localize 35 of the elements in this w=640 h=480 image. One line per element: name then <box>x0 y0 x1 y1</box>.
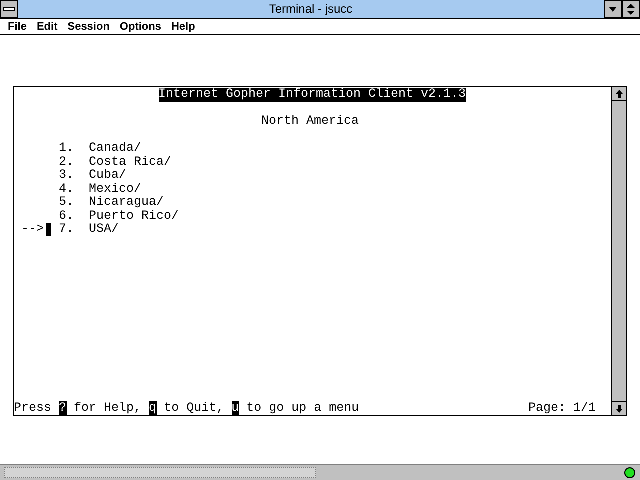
menu-item[interactable]: Help <box>167 20 202 32</box>
status-light-icon <box>624 466 636 478</box>
scroll-down-icon[interactable] <box>612 401 626 415</box>
item-number: 4. <box>59 182 76 196</box>
item-number: 3. <box>59 169 76 182</box>
down-arrow-icon <box>609 6 617 12</box>
minimize-button[interactable] <box>604 0 622 18</box>
menu-item[interactable]: File <box>4 20 33 32</box>
item-number: 1. <box>59 142 76 156</box>
menu-item[interactable]: Canada/ <box>89 142 142 156</box>
item-number: 2. <box>59 156 76 169</box>
up-down-arrow-icon <box>627 4 635 14</box>
menu-item[interactable]: Session <box>64 20 116 32</box>
item-number: 5. <box>59 196 76 210</box>
menu-item[interactable]: Puerto Rico/ <box>89 210 180 223</box>
scroll-up-icon[interactable] <box>612 87 626 101</box>
menu-item[interactable]: Cuba/ <box>89 169 127 182</box>
menu-item[interactable]: Costa Rica/ <box>89 156 172 169</box>
help-prompt: Press ? for Help, q to Quit, u to go up a menu <box>14 402 360 415</box>
screen-title: Internet Gopher Information Client v2.1.3 <box>158 88 466 102</box>
item-number: 7. <box>59 223 76 236</box>
restore-button[interactable] <box>622 0 640 18</box>
item-number: 6. <box>59 210 76 223</box>
system-menu-button[interactable] <box>0 0 18 18</box>
menu-item[interactable]: Mexico/ <box>89 182 142 196</box>
window-title: Terminal - jsucc <box>268 1 354 18</box>
menu-item[interactable]: Options <box>116 20 168 32</box>
page-indicator: Page: 1/1 <box>528 402 596 415</box>
menu-heading: North America <box>262 115 360 128</box>
menu-item[interactable]: Nicaragua/ <box>89 196 164 210</box>
selection-pointer: --> <box>22 223 44 236</box>
scrollbar[interactable] <box>611 87 626 415</box>
menu-item[interactable]: Edit <box>32 20 64 32</box>
bar-icon <box>3 7 15 11</box>
menu-item[interactable]: USA/ <box>89 223 120 236</box>
